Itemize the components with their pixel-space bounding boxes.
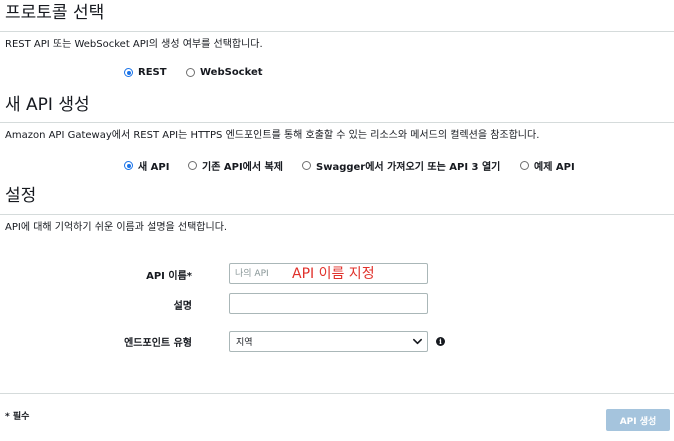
section-divider (0, 214, 674, 215)
radio-example-api[interactable]: 예제 API (520, 158, 575, 173)
radio-clone-api[interactable]: 기존 API에서 복제 (188, 158, 283, 173)
settings-description: API에 대해 기억하기 쉬운 이름과 설명을 선택합니다. (5, 222, 228, 233)
settings-heading: 설정 (5, 186, 37, 206)
radio-indicator (124, 161, 133, 170)
description-input[interactable] (229, 293, 428, 314)
endpoint-type-value: 지역 (236, 338, 253, 348)
api-name-label: API 이름* (146, 271, 192, 282)
new-api-description: Amazon API Gateway에서 REST API는 HTTPS 엔드포… (5, 130, 540, 141)
protocol-heading: 프로토콜 선택 (5, 3, 105, 23)
section-divider (0, 122, 674, 123)
radio-label: REST (138, 67, 167, 78)
chevron-down-icon (413, 338, 422, 345)
radio-websocket[interactable]: WebSocket (186, 67, 263, 78)
radio-label: 예제 API (534, 162, 575, 173)
radio-label: 기존 API에서 복제 (202, 162, 283, 173)
radio-rest[interactable]: REST (124, 67, 167, 78)
section-divider (0, 393, 674, 394)
description-label: 설명 (173, 301, 192, 312)
endpoint-type-select[interactable]: 지역 (229, 331, 428, 352)
radio-label: Swagger에서 가져오기 또는 API 3 열기 (316, 162, 501, 173)
radio-new-api[interactable]: 새 API (124, 158, 169, 173)
radio-indicator (124, 68, 133, 77)
radio-import-swagger[interactable]: Swagger에서 가져오기 또는 API 3 열기 (302, 158, 500, 173)
radio-indicator (302, 161, 311, 170)
create-api-button[interactable]: API 생성 (606, 409, 670, 431)
info-icon[interactable]: i (436, 337, 445, 346)
section-divider (0, 31, 674, 32)
protocol-description: REST API 또는 WebSocket API의 생성 여부를 선택합니다. (5, 39, 263, 50)
radio-indicator (520, 161, 529, 170)
radio-label: 새 API (138, 162, 170, 173)
radio-indicator (186, 68, 195, 77)
api-name-annotation: API 이름 지정 (292, 266, 375, 282)
radio-label: WebSocket (200, 67, 263, 78)
required-note: * 필수 (5, 412, 30, 422)
radio-indicator (188, 161, 197, 170)
new-api-heading: 새 API 생성 (5, 95, 90, 115)
endpoint-type-label: 엔드포인트 유형 (124, 338, 192, 349)
